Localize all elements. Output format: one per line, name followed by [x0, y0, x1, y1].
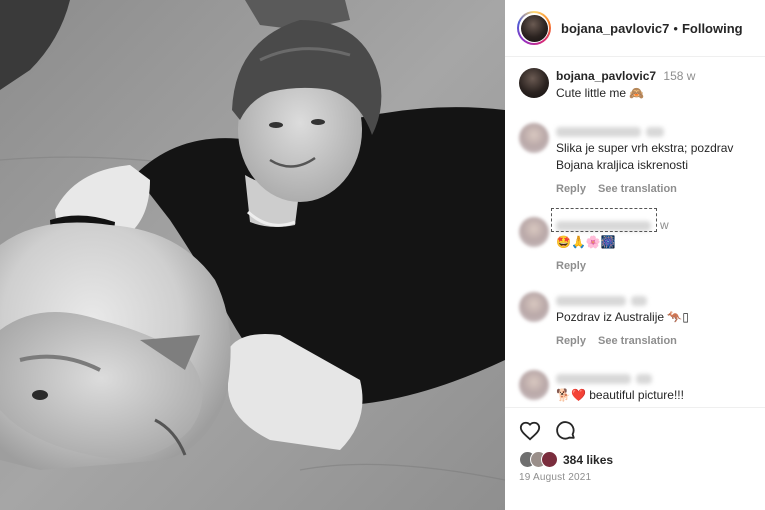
reply-button[interactable]: Reply: [556, 183, 586, 195]
caption-time: 158 w: [663, 69, 696, 83]
reply-button[interactable]: Reply: [556, 335, 586, 347]
likes-count[interactable]: 384 likes: [563, 453, 613, 467]
liker-avatar: [541, 451, 558, 468]
likes-row[interactable]: 384 likes: [519, 451, 613, 468]
post-date: 19 August 2021: [519, 472, 592, 483]
blurred-time: [631, 295, 647, 306]
author-avatar[interactable]: [517, 11, 551, 45]
caption-text: Cute little me 🙈: [556, 86, 645, 100]
post-sidebar: bojana_pavlovic7 • Following bojana_pavl…: [505, 0, 765, 510]
post-photo[interactable]: [0, 0, 505, 510]
comment-text: 🐕❤️ beautiful picture!!!: [556, 388, 684, 402]
commenter-avatar[interactable]: [519, 123, 549, 153]
header-separator: •: [673, 20, 678, 36]
commenter-avatar[interactable]: [519, 370, 549, 400]
reply-button[interactable]: Reply: [556, 260, 586, 272]
comment-text: Pozdrav iz Australije 🦘▯: [556, 310, 689, 324]
blurred-username: [556, 373, 631, 384]
following-button[interactable]: Following: [682, 21, 743, 36]
commenter-avatar[interactable]: [519, 217, 549, 247]
selection-box: [551, 208, 657, 232]
post-header: bojana_pavlovic7 • Following: [505, 0, 765, 57]
post-actions: 384 likes 19 August 2021: [505, 407, 765, 510]
blurred-username: [556, 126, 641, 137]
heart-icon[interactable]: [519, 420, 541, 447]
see-translation-button[interactable]: See translation: [598, 335, 677, 347]
comment-text: 🤩🙏🌸🎆: [556, 235, 616, 249]
photo-illustration: [0, 0, 505, 510]
author-username[interactable]: bojana_pavlovic7: [561, 21, 669, 36]
commenter-avatar[interactable]: [519, 292, 549, 322]
blurred-time: [636, 373, 652, 384]
comment-text: Slika je super vrh ekstra; pozdrav Bojan…: [556, 141, 734, 172]
caption-avatar[interactable]: [519, 68, 549, 98]
see-translation-button[interactable]: See translation: [598, 183, 677, 195]
blurred-time: [646, 126, 664, 137]
blurred-username: [556, 295, 626, 306]
comment-icon[interactable]: [555, 420, 577, 447]
caption-username[interactable]: bojana_pavlovic7: [556, 69, 656, 83]
comment-time: w: [660, 218, 669, 232]
comments-list[interactable]: bojana_pavlovic7 158 w Cute little me 🙈 …: [505, 57, 765, 407]
